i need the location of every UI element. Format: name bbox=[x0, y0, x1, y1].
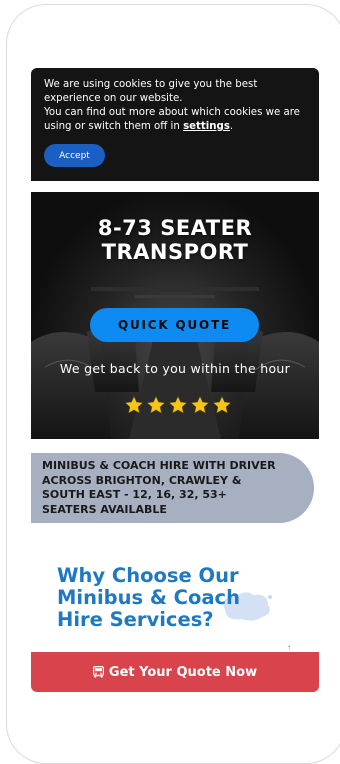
cookie-message: We are using cookies to give you the bes… bbox=[44, 79, 258, 104]
service-banner-text: MINIBUS & COACH HIRE WITH DRIVER ACROSS … bbox=[42, 459, 276, 516]
why-heading-line-2: Minibus & Coach bbox=[57, 586, 240, 609]
hero-subtitle: We get back to you within the hour bbox=[59, 361, 291, 376]
bus-icon bbox=[92, 666, 104, 678]
quick-quote-button[interactable]: QUICK QUOTE bbox=[90, 308, 259, 342]
cookie-settings-message: You can find out more about which cookie… bbox=[44, 106, 306, 134]
star-icon bbox=[190, 396, 210, 414]
star-icon bbox=[124, 396, 144, 414]
get-quote-now-label: Get Your Quote Now bbox=[108, 664, 258, 680]
star-icon bbox=[146, 396, 166, 414]
hero-title: 8-73 SEATER TRANSPORT bbox=[31, 216, 319, 264]
why-heading-line-3: Hire Services? bbox=[57, 608, 214, 631]
scroll-up-indicator-icon[interactable]: ↑ bbox=[287, 644, 293, 652]
accept-cookies-button[interactable]: Accept bbox=[44, 144, 105, 167]
service-banner: MINIBUS & COACH HIRE WITH DRIVER ACROSS … bbox=[31, 453, 314, 523]
why-heading-line-1: Why Choose Our bbox=[57, 564, 239, 587]
cookie-notice: We are using cookies to give you the bes… bbox=[31, 68, 319, 181]
hero-title-line-1: 8-73 SEATER bbox=[97, 216, 253, 240]
cookie-settings-suffix: . bbox=[229, 121, 234, 132]
cookie-settings-link[interactable]: settings bbox=[183, 121, 230, 132]
star-icon bbox=[212, 396, 232, 414]
star-rating bbox=[124, 395, 234, 417]
hero-section: 8-73 SEATER TRANSPORT QUICK QUOTE We get… bbox=[31, 192, 319, 439]
why-choose-heading: Why Choose Our Minibus & Coach Hire Serv… bbox=[57, 565, 297, 631]
hero-title-line-2: TRANSPORT bbox=[101, 240, 249, 264]
get-quote-now-button[interactable]: Get Your Quote Now bbox=[31, 652, 319, 692]
star-icon bbox=[168, 396, 188, 414]
cookie-settings-prefix: You can find out more about which cookie… bbox=[44, 107, 300, 132]
